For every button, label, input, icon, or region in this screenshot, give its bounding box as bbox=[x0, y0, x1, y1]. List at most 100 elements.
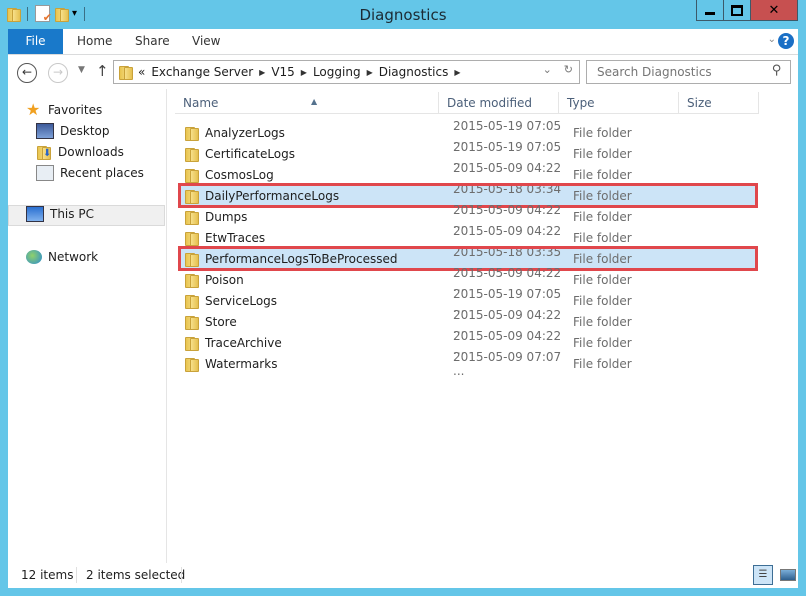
column-header-name[interactable]: ▲ Name bbox=[175, 92, 439, 114]
file-list: ▲ Name Date modified Type Size AnalyzerL… bbox=[167, 89, 798, 563]
title-bar: ▾ Diagnostics ✕ bbox=[0, 0, 806, 29]
up-button[interactable]: ↑ bbox=[96, 62, 109, 80]
breadcrumb-exchange-server[interactable]: Exchange Server bbox=[151, 65, 253, 79]
breadcrumb-arrow-icon[interactable]: ▶ bbox=[301, 68, 307, 77]
maximize-button[interactable] bbox=[723, 0, 750, 21]
breadcrumb-v15[interactable]: V15 bbox=[271, 65, 294, 79]
folder-icon bbox=[184, 336, 199, 351]
folder-icon bbox=[184, 315, 199, 330]
address-bar[interactable]: « Exchange Server ▶ V15 ▶ Logging ▶ Diag… bbox=[113, 60, 580, 84]
nav-label: Recent places bbox=[60, 166, 144, 180]
nav-network[interactable]: Network bbox=[26, 247, 98, 267]
selected-count: 2 items selected bbox=[86, 568, 186, 582]
nav-label: Favorites bbox=[48, 103, 103, 117]
file-name: CosmosLog bbox=[205, 167, 274, 182]
file-name: TraceArchive bbox=[205, 335, 282, 350]
computer-icon bbox=[26, 206, 44, 222]
file-type: File folder bbox=[573, 293, 632, 308]
recent-locations-dropdown[interactable]: ▼ bbox=[78, 65, 85, 75]
downloads-icon bbox=[36, 145, 52, 160]
folder-icon bbox=[184, 273, 199, 288]
breadcrumb-arrow-icon[interactable]: ▶ bbox=[454, 68, 460, 77]
tab-file[interactable]: File bbox=[8, 29, 63, 54]
file-type: File folder bbox=[573, 356, 632, 371]
nav-this-pc[interactable]: This PC bbox=[26, 204, 94, 224]
status-bar: 12 items 2 items selected ☰ bbox=[8, 563, 798, 588]
details-view-button[interactable]: ☰ bbox=[753, 565, 773, 585]
nav-recent-places[interactable]: Recent places bbox=[36, 163, 144, 183]
file-type: File folder bbox=[573, 209, 632, 224]
navigation-pane: ★ Favorites Desktop Downloads Recent pla… bbox=[8, 89, 166, 563]
file-row[interactable]: Watermarks 2015-05-09 07:07 ... File folde… bbox=[180, 350, 756, 378]
nav-label: Network bbox=[48, 250, 99, 264]
desktop-icon bbox=[36, 123, 54, 139]
nav-label: This PC bbox=[50, 207, 94, 221]
nav-desktop[interactable]: Desktop bbox=[36, 121, 110, 141]
close-button[interactable]: ✕ bbox=[750, 0, 798, 21]
search-box[interactable]: ⚲ bbox=[586, 60, 791, 84]
network-icon bbox=[26, 250, 42, 264]
file-name: Poison bbox=[205, 272, 244, 287]
file-name: AnalyzerLogs bbox=[205, 125, 285, 140]
search-input[interactable] bbox=[595, 64, 769, 80]
file-name: Watermarks bbox=[205, 356, 278, 371]
folder-icon bbox=[184, 210, 199, 225]
help-icon[interactable]: ? bbox=[778, 33, 794, 49]
file-name: ServiceLogs bbox=[205, 293, 278, 308]
status-divider bbox=[181, 567, 182, 583]
window-title: Diagnostics bbox=[359, 6, 447, 24]
forward-button[interactable]: → bbox=[48, 63, 68, 83]
folder-icon bbox=[184, 126, 199, 141]
breadcrumb-arrow-icon[interactable]: ▶ bbox=[367, 68, 373, 77]
window-controls: ✕ bbox=[696, 0, 798, 21]
large-icons-view-button[interactable] bbox=[778, 565, 798, 585]
folder-icon bbox=[184, 147, 199, 162]
folder-icon bbox=[184, 294, 199, 309]
file-type: File folder bbox=[573, 146, 632, 161]
close-icon: ✕ bbox=[768, 2, 780, 18]
breadcrumb-overflow[interactable]: « bbox=[138, 65, 145, 79]
search-icon[interactable]: ⚲ bbox=[772, 63, 782, 78]
item-count: 12 items bbox=[21, 568, 74, 582]
file-name: PerformanceLogsToBeProcessed bbox=[205, 251, 398, 266]
file-type: File folder bbox=[573, 251, 632, 266]
column-header-size[interactable]: Size bbox=[679, 92, 759, 114]
file-type: File folder bbox=[573, 230, 632, 245]
breadcrumb-logging[interactable]: Logging bbox=[313, 65, 361, 79]
nav-favorites[interactable]: ★ Favorites bbox=[26, 100, 102, 120]
folder-icon bbox=[184, 357, 199, 372]
file-name: Store bbox=[205, 314, 237, 329]
file-type: File folder bbox=[573, 272, 632, 287]
address-history-dropdown-icon[interactable]: ⌄ bbox=[543, 63, 552, 76]
tab-share[interactable]: Share bbox=[135, 29, 170, 54]
star-icon: ★ bbox=[26, 100, 41, 119]
folder-icon bbox=[184, 252, 199, 267]
refresh-icon[interactable]: ↻ bbox=[564, 63, 573, 76]
recent-places-icon bbox=[36, 165, 54, 181]
file-name: CertificateLogs bbox=[205, 146, 296, 161]
column-header-date[interactable]: Date modified bbox=[439, 92, 559, 114]
minimize-button[interactable] bbox=[696, 0, 723, 21]
tab-view[interactable]: View bbox=[192, 29, 220, 54]
nav-downloads[interactable]: Downloads bbox=[36, 142, 124, 162]
maximize-icon bbox=[731, 4, 743, 16]
file-date: 2015-05-09 07:07 ... bbox=[453, 349, 562, 378]
file-type: File folder bbox=[573, 167, 632, 182]
nav-label: Desktop bbox=[60, 124, 110, 138]
column-header-type[interactable]: Type bbox=[559, 92, 679, 114]
folder-icon bbox=[184, 189, 199, 204]
sort-ascending-icon: ▲ bbox=[311, 97, 318, 106]
back-button[interactable]: ← bbox=[17, 63, 37, 83]
tab-home[interactable]: Home bbox=[77, 29, 112, 54]
file-type: File folder bbox=[573, 314, 632, 329]
file-type: File folder bbox=[573, 335, 632, 350]
breadcrumb-diagnostics[interactable]: Diagnostics bbox=[379, 65, 449, 79]
ribbon: File Home Share View ⌄ ? bbox=[8, 29, 798, 55]
file-name: Dumps bbox=[205, 209, 248, 224]
nav-label: Downloads bbox=[58, 145, 124, 159]
column-label: Name bbox=[183, 96, 219, 110]
status-divider bbox=[76, 567, 77, 583]
folder-icon bbox=[184, 231, 199, 246]
expand-ribbon-icon[interactable]: ⌄ bbox=[768, 34, 776, 45]
breadcrumb-arrow-icon[interactable]: ▶ bbox=[259, 68, 265, 77]
